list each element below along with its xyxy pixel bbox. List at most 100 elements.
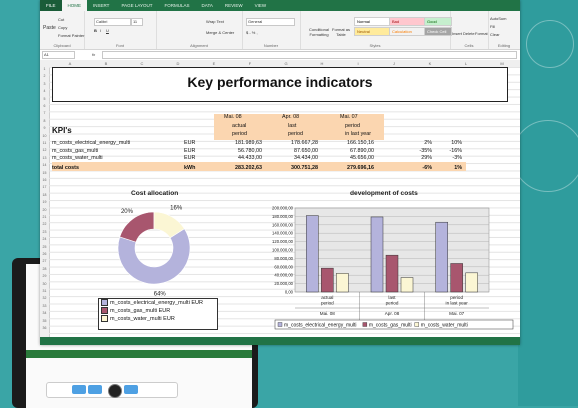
clear-button[interactable]: Clear bbox=[490, 32, 500, 37]
tab-home[interactable]: HOME bbox=[61, 0, 88, 11]
row-number: 32 bbox=[42, 296, 47, 301]
legend-swatch bbox=[277, 322, 283, 327]
autosum-button[interactable]: AutoSum bbox=[490, 16, 506, 21]
y-tick-label: 0,00 bbox=[285, 290, 294, 295]
tab-insert[interactable]: INSERT bbox=[87, 0, 115, 11]
wrap-text-button[interactable]: Wrap Text bbox=[206, 19, 224, 24]
copy-button[interactable]: Copy bbox=[58, 25, 67, 30]
ribbon-home: Paste Cut Copy Format Painter Clipboard … bbox=[40, 11, 520, 50]
format-cells-button[interactable]: Format bbox=[475, 31, 488, 36]
row-number: 16 bbox=[42, 178, 47, 182]
fill-button[interactable]: Fill bbox=[490, 24, 495, 29]
row-number: 20 bbox=[42, 207, 47, 212]
legend-label: m_costs_water_multi EUR bbox=[110, 316, 175, 322]
tab-data[interactable]: DATA bbox=[196, 0, 219, 11]
kpi-last-value: 87.650,00 bbox=[294, 147, 318, 154]
row-number: 3 bbox=[43, 81, 46, 86]
row-number: 8 bbox=[43, 118, 46, 123]
header-l2-2: period bbox=[288, 131, 303, 137]
font-label: Font bbox=[115, 43, 124, 48]
column-header: M bbox=[500, 61, 504, 66]
tablet-button-3[interactable] bbox=[124, 385, 138, 394]
conditional-formatting-button[interactable]: Conditional Formatting bbox=[308, 27, 330, 37]
insert-cells-button[interactable]: Insert bbox=[452, 31, 462, 36]
legend-swatch bbox=[101, 299, 108, 307]
kpi-pct-change-2: -3% bbox=[452, 155, 462, 162]
row-number: 10 bbox=[42, 133, 47, 138]
kpi-pct-change-1: -6% bbox=[422, 164, 432, 171]
header-l2-3: in last year bbox=[345, 131, 372, 137]
row-number: 30 bbox=[42, 281, 47, 286]
name-box[interactable]: A1 bbox=[42, 51, 75, 59]
bold-button[interactable]: B bbox=[94, 28, 97, 33]
alignment-group: Wrap Text Merge & Center Alignment bbox=[156, 11, 243, 49]
italic-button[interactable]: I bbox=[100, 28, 101, 33]
row-number: 1 bbox=[43, 67, 46, 71]
font-name-select[interactable]: Calibri bbox=[94, 18, 131, 26]
merge-center-button[interactable]: Merge & Center bbox=[206, 30, 234, 35]
kpi-row-unit: EUR bbox=[184, 155, 196, 162]
x-category-date: Mai. 08 bbox=[320, 311, 336, 316]
currency-button[interactable]: $ - % , bbox=[246, 30, 258, 35]
font-size-select[interactable]: 11 bbox=[131, 18, 143, 26]
record-icon[interactable] bbox=[108, 384, 122, 398]
style-normal[interactable]: Normal bbox=[354, 17, 390, 26]
x-category-label: period bbox=[321, 301, 334, 306]
tab-view[interactable]: VIEW bbox=[249, 0, 273, 11]
column-header: L bbox=[464, 61, 468, 66]
row-number: 7 bbox=[43, 111, 46, 116]
styles-group: Conditional Formatting Format as Table N… bbox=[300, 11, 452, 49]
column-header: K bbox=[428, 61, 432, 66]
row-number: 28 bbox=[42, 266, 47, 271]
y-tick-label: 80.000,00 bbox=[274, 256, 293, 261]
y-tick-label: 100.000,00 bbox=[272, 248, 294, 253]
row-number: 4 bbox=[43, 89, 46, 94]
legend-swatch bbox=[101, 315, 108, 323]
legend-label: m_costs_gas_multi bbox=[369, 322, 412, 328]
row-number: 13 bbox=[42, 155, 47, 160]
row-number: 11 bbox=[42, 141, 47, 145]
column-header: B bbox=[104, 61, 108, 66]
format-painter-button[interactable]: Format Painter bbox=[58, 33, 84, 38]
kpi-row-name: m_costs_gas_multi bbox=[52, 147, 99, 154]
style-calculation[interactable]: Calculation bbox=[389, 27, 425, 36]
underline-button[interactable]: U bbox=[106, 28, 109, 33]
number-group: General $ - % , Number bbox=[242, 11, 301, 49]
tab-page-layout[interactable]: PAGE LAYOUT bbox=[115, 0, 158, 11]
format-as-table-button[interactable]: Format as Table bbox=[332, 27, 350, 37]
bar bbox=[385, 254, 399, 293]
desktop-background-left bbox=[0, 0, 40, 260]
pie-data-label: 20% bbox=[121, 209, 134, 215]
kpi-row-name: m_costs_water_multi bbox=[52, 155, 103, 162]
kpi-row-unit: EUR bbox=[184, 140, 196, 146]
header-l1-2: last bbox=[288, 123, 297, 129]
paste-button[interactable]: Paste bbox=[43, 25, 56, 31]
tab-formulas[interactable]: FORMULAS bbox=[159, 0, 196, 11]
bar-chart-title: development of costs bbox=[350, 190, 418, 197]
row-number: 15 bbox=[42, 170, 47, 175]
clipboard-group: Paste Cut Copy Format Painter Clipboard bbox=[40, 11, 85, 49]
delete-cells-button[interactable]: Delete bbox=[463, 31, 475, 36]
tablet-button-1[interactable] bbox=[72, 385, 86, 394]
number-format-select[interactable]: General bbox=[246, 18, 295, 26]
tab-review[interactable]: REVIEW bbox=[219, 0, 249, 11]
kpi-pct-change-1: 2% bbox=[424, 140, 432, 146]
x-category-label: in last year bbox=[446, 301, 469, 306]
title-box: Key performance indicators bbox=[52, 67, 508, 102]
y-tick-label: 180.000,00 bbox=[272, 214, 294, 219]
tab-file[interactable]: FILE bbox=[40, 0, 62, 11]
kpi-last-value: 178.667,28 bbox=[291, 140, 318, 146]
cut-button[interactable]: Cut bbox=[58, 17, 64, 22]
row-number: 12 bbox=[42, 148, 47, 153]
style-neutral[interactable]: Neutral bbox=[354, 27, 390, 36]
tablet-button-2[interactable] bbox=[88, 385, 102, 394]
kpi-actual-value: 44.433,00 bbox=[238, 155, 262, 162]
pie-legend-entry: m_costs_gas_multi EUR bbox=[99, 307, 217, 315]
style-good[interactable]: Good bbox=[424, 17, 452, 26]
editing-group: AutoSum Fill Clear Editing bbox=[488, 11, 520, 49]
column-header: J bbox=[393, 61, 395, 66]
column-header: G bbox=[284, 61, 288, 66]
style-check-cell[interactable]: Check Cell bbox=[424, 27, 452, 36]
style-bad[interactable]: Bad bbox=[389, 17, 425, 26]
formula-input[interactable] bbox=[102, 51, 517, 59]
